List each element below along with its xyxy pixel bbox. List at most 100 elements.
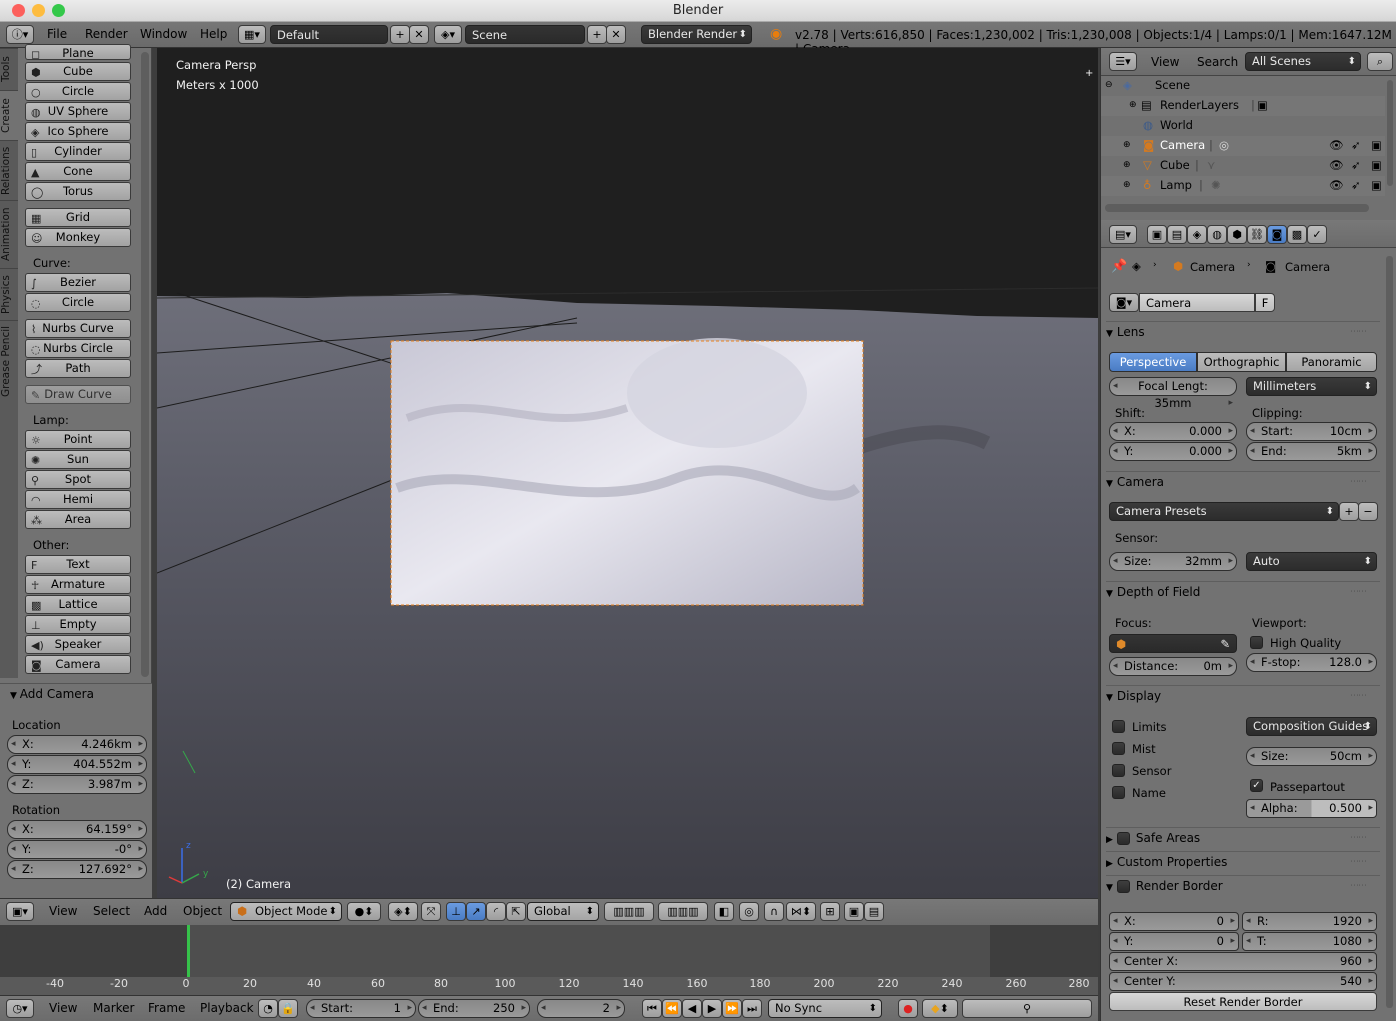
jump-end-icon[interactable]: ⏭ bbox=[742, 999, 762, 1018]
physics-tab-icon[interactable]: ✓ bbox=[1307, 225, 1327, 244]
object-tab-icon[interactable]: ⬢ bbox=[1227, 225, 1247, 244]
transform-orientation-select[interactable]: Global bbox=[527, 902, 599, 921]
lock-camera-layers-icon[interactable]: ◧ bbox=[714, 902, 734, 921]
add-cube-button[interactable]: ⬢ Cube bbox=[25, 62, 131, 81]
close-window-button[interactable] bbox=[12, 4, 25, 17]
selectability-cursor-icon[interactable]: ➶ bbox=[1351, 136, 1361, 155]
add-cylinder-button[interactable]: ▯ Cylinder bbox=[25, 142, 131, 161]
render-layers-tab-icon[interactable]: ▤ bbox=[1167, 225, 1187, 244]
add-monkey-button[interactable]: ☺ Monkey bbox=[25, 228, 131, 247]
add-circle-button[interactable]: ○ Circle bbox=[25, 82, 131, 101]
layout-field[interactable]: Default bbox=[270, 25, 388, 44]
fstop-field[interactable]: F-stop: 128.0 bbox=[1246, 653, 1377, 672]
viewport-plus-icon[interactable]: + bbox=[1085, 68, 1093, 79]
add-grid-button[interactable]: ▦ Grid bbox=[25, 208, 131, 227]
lens-unit-select[interactable]: Millimeters bbox=[1246, 377, 1377, 396]
timeline-menu-view[interactable]: View bbox=[49, 1001, 77, 1015]
pivot-point-icon[interactable]: ◈⬍ bbox=[388, 902, 418, 921]
renderability-camera-icon[interactable]: ▣ bbox=[1371, 156, 1382, 175]
maximize-window-button[interactable] bbox=[52, 4, 65, 17]
remove-layout-icon[interactable]: ✕ bbox=[409, 25, 429, 44]
center-y-field[interactable]: Center Y: 540 bbox=[1109, 972, 1377, 991]
breadcrumb-object[interactable]: Camera bbox=[1190, 260, 1235, 274]
orthographic-button[interactable]: Orthographic bbox=[1197, 352, 1286, 372]
border-t-field[interactable]: T: 1080 bbox=[1242, 932, 1377, 951]
alpha-slider[interactable]: Alpha: 0.500 bbox=[1246, 799, 1377, 818]
mist-checkbox[interactable] bbox=[1112, 742, 1125, 755]
display-panel-header[interactable]: ▼ Display ⋯⋯ bbox=[1106, 685, 1380, 707]
display-mode-select[interactable]: All Scenes bbox=[1245, 52, 1361, 71]
add-sun-lamp-button[interactable]: ✺ Sun bbox=[25, 450, 131, 469]
reset-render-border-button[interactable]: Reset Render Border bbox=[1109, 992, 1377, 1011]
editor-type-info-icon[interactable]: ⓘ▾ bbox=[6, 25, 34, 44]
add-text-button[interactable]: F Text bbox=[25, 555, 131, 574]
jump-start-icon[interactable]: ⏮ bbox=[642, 999, 662, 1018]
add-plane-button[interactable]: ◻ Plane bbox=[25, 44, 131, 61]
add-preset-icon[interactable]: + bbox=[1339, 502, 1359, 521]
outliner-row-renderlayers[interactable]: ⊕ ▤ RenderLayers | ▣ bbox=[1101, 96, 1385, 116]
translate-manipulator-icon[interactable]: ⊥ bbox=[446, 902, 466, 921]
camera-presets-select[interactable]: Camera Presets bbox=[1109, 502, 1339, 521]
add-path-button[interactable]: ⤴ Path bbox=[25, 359, 131, 378]
menu-view[interactable]: View bbox=[49, 904, 77, 918]
timeline-menu-marker[interactable]: Marker bbox=[93, 1001, 134, 1015]
border-r-field[interactable]: R: 1920 bbox=[1242, 912, 1377, 931]
start-frame-field[interactable]: Start: 1 bbox=[306, 999, 416, 1018]
remove-preset-icon[interactable]: − bbox=[1358, 502, 1378, 521]
outliner-menu-search[interactable]: Search bbox=[1197, 55, 1238, 69]
add-scene-icon[interactable]: + bbox=[587, 25, 607, 44]
current-frame-field[interactable]: 2 bbox=[537, 999, 625, 1018]
render-opengl-anim-icon[interactable]: ▤ bbox=[864, 902, 884, 921]
snap-element-icon[interactable]: ⋈⬍ bbox=[786, 902, 816, 921]
lock-range-icon[interactable]: 🔒 bbox=[278, 999, 298, 1018]
camera-panel-header[interactable]: ▼ Camera ⋯⋯ bbox=[1106, 471, 1380, 493]
sync-mode-select[interactable]: No Sync bbox=[768, 999, 882, 1018]
camera-data-tab-icon[interactable]: ◙ bbox=[1267, 225, 1287, 244]
timeline-editor[interactable]: -40 -20 0 20 40 60 80 100 120 140 160 18… bbox=[0, 925, 1098, 995]
custom-properties-panel-header[interactable]: ▶ Custom Properties ⋯⋯ bbox=[1106, 851, 1380, 873]
editor-type-timeline-icon[interactable]: ◷▾ bbox=[6, 999, 34, 1018]
minimize-window-button[interactable] bbox=[32, 4, 45, 17]
render-border-checkbox[interactable] bbox=[1116, 880, 1130, 893]
selectability-cursor-icon[interactable]: ➶ bbox=[1351, 176, 1361, 195]
tab-grease-pencil[interactable]: Grease Pencil bbox=[0, 320, 18, 402]
add-empty-button[interactable]: ⊥ Empty bbox=[25, 615, 131, 634]
location-y-field[interactable]: Y: 404.552m bbox=[7, 755, 147, 774]
outliner-horizontal-scrollbar[interactable] bbox=[1105, 204, 1369, 212]
outliner-row-world[interactable]: ◍ World bbox=[1101, 116, 1385, 136]
proportional-edit-icon[interactable]: ◎ bbox=[739, 902, 759, 921]
safe-areas-checkbox[interactable] bbox=[1116, 832, 1130, 845]
shift-x-field[interactable]: X: 0.000 bbox=[1109, 422, 1237, 441]
tab-physics[interactable]: Physics bbox=[0, 268, 18, 320]
keying-set-icon[interactable]: ◆⬍ bbox=[922, 999, 958, 1018]
dof-panel-header[interactable]: ▼ Depth of Field ⋯⋯ bbox=[1106, 581, 1380, 603]
sensor-fit-select[interactable]: Auto bbox=[1246, 552, 1377, 571]
border-y-field[interactable]: Y: 0 bbox=[1109, 932, 1239, 951]
tool-shelf-scrollbar[interactable] bbox=[141, 52, 149, 677]
add-lattice-button[interactable]: ▩ Lattice bbox=[25, 595, 131, 614]
rotation-y-field[interactable]: Y: -0° bbox=[7, 840, 147, 859]
end-frame-field[interactable]: End: 250 bbox=[418, 999, 530, 1018]
collapse-icon[interactable]: ⊖ bbox=[1105, 76, 1113, 95]
outliner-row-cube[interactable]: ⊕ ▽ Cube | ⋎ 👁 ➶ ▣ bbox=[1101, 156, 1385, 176]
preview-range-icon[interactable]: ◔ bbox=[258, 999, 278, 1018]
add-area-lamp-button[interactable]: ⁂ Area bbox=[25, 510, 131, 529]
focal-length-field[interactable]: Focal Lengt: 35mm bbox=[1109, 377, 1237, 412]
remove-scene-icon[interactable]: ✕ bbox=[606, 25, 626, 44]
shift-y-field[interactable]: Y: 0.000 bbox=[1109, 442, 1237, 461]
composition-guides-select[interactable]: Composition Guides bbox=[1246, 717, 1377, 736]
add-bezier-button[interactable]: ∫ Bezier bbox=[25, 273, 131, 292]
layers-group-2-icon[interactable]: ▥▥▥ bbox=[658, 902, 708, 921]
3d-viewport[interactable]: z y Camera Persp Meters x 1000 (2) Camer… bbox=[157, 48, 1098, 898]
menu-render[interactable]: Render bbox=[85, 27, 128, 41]
add-spot-lamp-button[interactable]: ⚲ Spot bbox=[25, 470, 131, 489]
passepartout-checkbox[interactable]: ✓ bbox=[1250, 779, 1263, 792]
add-armature-button[interactable]: ☥ Armature bbox=[25, 575, 131, 594]
visibility-eye-icon[interactable]: 👁 bbox=[1329, 176, 1344, 195]
scene-tab-icon[interactable]: ◈ bbox=[1187, 225, 1207, 244]
outliner-vertical-scrollbar[interactable] bbox=[1387, 80, 1393, 186]
add-point-lamp-button[interactable]: ☼ Point bbox=[25, 430, 131, 449]
search-icon[interactable]: ⌕ bbox=[1367, 52, 1393, 71]
rotate-manipulator-icon[interactable]: ↗ bbox=[466, 902, 486, 921]
viewport-shading-icon[interactable]: ●⬍ bbox=[347, 902, 381, 921]
